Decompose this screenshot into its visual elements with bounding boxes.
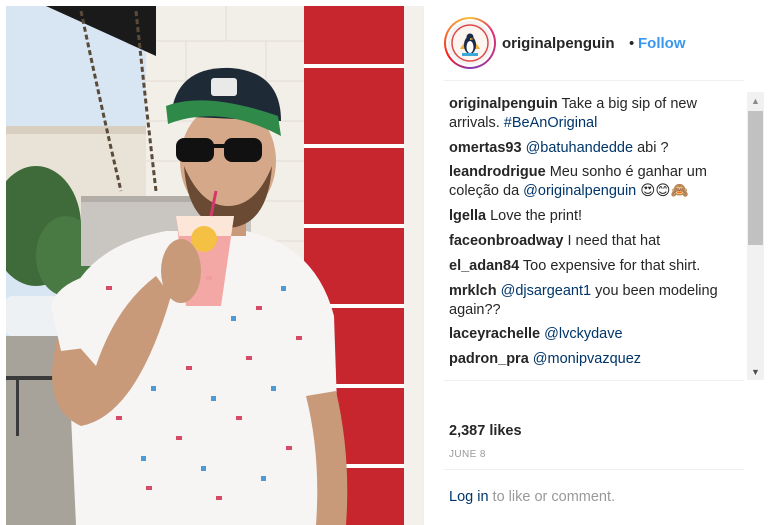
comment-username[interactable]: leandrodrigue — [449, 164, 546, 180]
comment-mention[interactable]: @lvckydave — [544, 326, 622, 342]
scroll-down-arrow-icon[interactable]: ▼ — [747, 363, 764, 380]
caption: originalpenguin Take a big sip of new ar… — [449, 95, 739, 133]
footer-divider — [444, 469, 744, 470]
comment-username[interactable]: padron_pra — [449, 351, 529, 367]
list-item: el_adan84 Too expensive for that shirt. — [449, 257, 739, 276]
post-photo[interactable] — [6, 6, 423, 525]
comment-mention[interactable]: @batuhandedde — [526, 140, 633, 156]
scroll-up-arrow-icon[interactable]: ▲ — [747, 92, 764, 109]
comment-mention[interactable]: @monipvazquez — [533, 351, 641, 367]
list-item: lgella Love the print! — [449, 207, 739, 226]
penguin-logo-icon — [448, 21, 492, 65]
post-details-panel: originalpenguin • Follow originalpenguin… — [423, 6, 768, 525]
caption-username[interactable]: originalpenguin — [449, 96, 558, 112]
list-item: laceyrachelle @lvckydave — [449, 325, 739, 344]
comment-username[interactable]: faceonbroadway — [449, 233, 563, 249]
comment-text: abi ? — [637, 140, 669, 156]
header-username[interactable]: originalpenguin — [502, 35, 615, 52]
comments-scrollbar[interactable]: ▲ ▼ — [747, 92, 764, 380]
list-item: omertas93 @batuhandedde abi ? — [449, 139, 739, 158]
comment-text: Love the print! — [490, 208, 583, 224]
list-item: mrklch @djsargeant1 you been modeling ag… — [449, 282, 739, 320]
comment-mention[interactable]: @djsargeant1 — [501, 283, 592, 299]
profile-avatar[interactable] — [444, 17, 496, 69]
comment-username[interactable]: el_adan84 — [449, 258, 519, 274]
comment-username[interactable]: laceyrachelle — [449, 326, 540, 342]
post-photo-illustration — [6, 6, 423, 525]
comments-list[interactable]: originalpenguin Take a big sip of new ar… — [424, 92, 768, 380]
post-header: originalpenguin • Follow — [424, 6, 768, 80]
comment-mention[interactable]: @originalpenguin — [523, 183, 636, 199]
likes-count[interactable]: 2,387 likes — [449, 423, 522, 439]
comment-username[interactable]: lgella — [449, 208, 486, 224]
caption-hashtag[interactable]: #BeAnOriginal — [504, 115, 598, 131]
follow-separator: • — [629, 35, 635, 52]
list-item: leandrodrigue Meu sonho é ganhar um cole… — [449, 163, 739, 201]
header-divider — [444, 80, 744, 81]
comment-username[interactable]: omertas93 — [449, 140, 522, 156]
follow-button[interactable]: Follow — [638, 35, 686, 52]
comment-username[interactable]: mrklch — [449, 283, 497, 299]
comment-emoji: 😍😊🙈 — [640, 183, 689, 199]
login-prompt: Log in to like or comment. — [449, 489, 615, 505]
comment-text: Too expensive for that shirt. — [522, 258, 701, 274]
list-item: padron_pra @monipvazquez — [449, 350, 739, 369]
login-prompt-text: to like or comment. — [492, 489, 616, 505]
post-date[interactable]: JUNE 8 — [449, 449, 486, 460]
comments-divider — [444, 380, 744, 381]
login-link[interactable]: Log in — [449, 489, 489, 505]
comment-text: I need that hat — [567, 233, 661, 249]
list-item: faceonbroadway I need that hat — [449, 232, 739, 251]
scrollbar-thumb[interactable] — [748, 111, 763, 245]
